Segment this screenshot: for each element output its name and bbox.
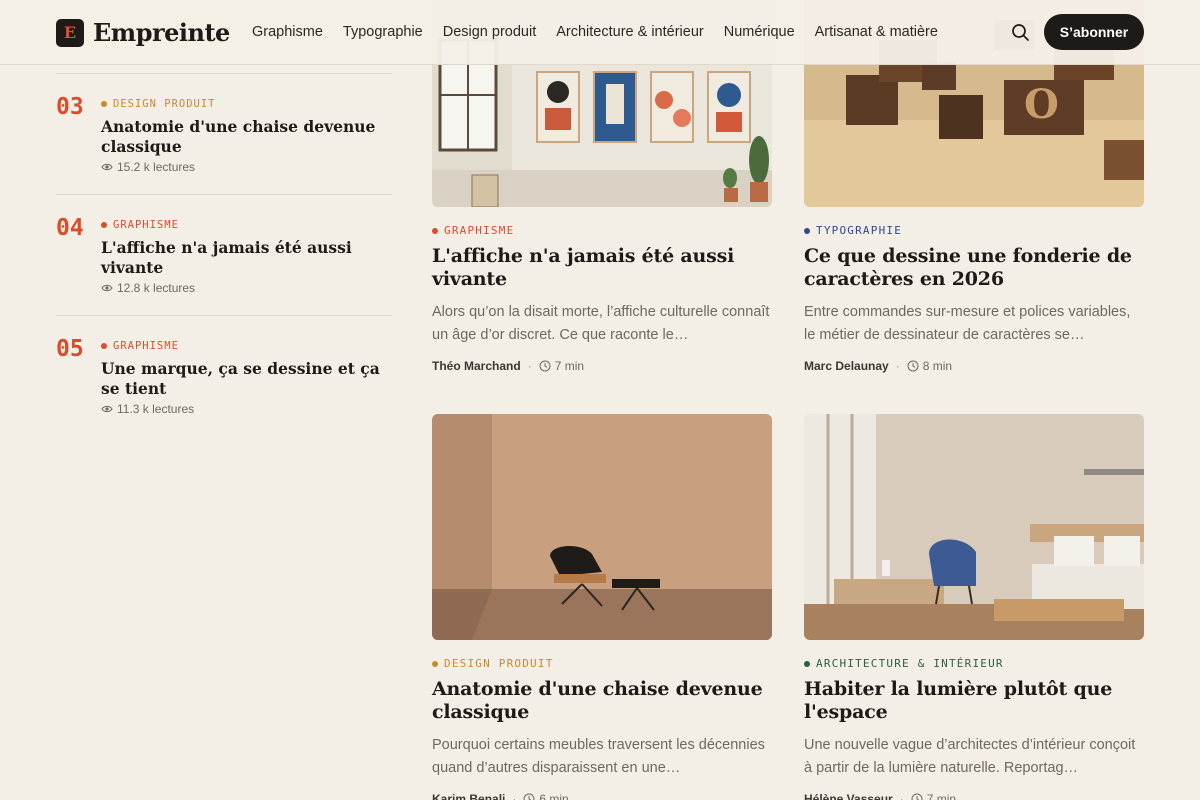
search-button[interactable]: [1008, 20, 1032, 44]
article-title[interactable]: Ce que dessine une fonderie de caractère…: [804, 245, 1144, 291]
read-time: 7 min: [554, 359, 585, 373]
author-name[interactable]: Karim Benali: [432, 792, 505, 800]
list-item[interactable]: 05 Graphisme Une marque, ça se dessine e…: [56, 315, 392, 416]
category-dot: [101, 343, 107, 349]
category-tag: Design produit: [101, 98, 391, 110]
article-meta: Hélène Vasseur · 7 min: [804, 792, 1144, 800]
read-count: 11.3 k lectures: [101, 402, 391, 416]
brand-name: Empreinte: [93, 18, 230, 47]
read-time: 8 min: [922, 359, 953, 373]
read-count-label: 11.3 k lectures: [117, 402, 195, 416]
category-dot: [804, 227, 810, 234]
category-dot: [804, 660, 810, 667]
category-dot: [101, 101, 107, 107]
nav-item-artisanat[interactable]: Artisanat & matière: [805, 24, 948, 40]
category-tag: Graphisme: [101, 340, 391, 352]
category-label: Typographie: [816, 224, 903, 237]
read-count-label: 12.8 k lectures: [117, 281, 196, 295]
site-header: E Empreinte Graphisme Typographie Design…: [0, 0, 1200, 65]
article-title[interactable]: Habiter la lumière plutôt que l'espace: [804, 678, 1144, 724]
list-item[interactable]: 04 Graphisme L'affiche n'a jamais été au…: [56, 194, 392, 315]
article-meta: Marc Delaunay · 8 min: [804, 359, 1144, 373]
most-read-list: 03 Design produit Anatomie d'une chaise …: [56, 73, 392, 416]
article-excerpt: Une nouvelle vague d’architectes d’intér…: [804, 737, 1136, 776]
author-name[interactable]: Marc Delaunay: [804, 359, 889, 373]
lounge-chair-image: [432, 414, 772, 640]
eye-icon: [101, 284, 113, 292]
nav-item-graphisme[interactable]: Graphisme: [242, 24, 333, 40]
author-name[interactable]: Hélène Vasseur: [804, 792, 893, 800]
eye-icon: [101, 163, 113, 171]
category-dot: [432, 227, 438, 234]
article-card[interactable]: Design produit Anatomie d'une chaise dev…: [432, 414, 772, 800]
clock-icon: [911, 793, 923, 800]
list-item[interactable]: 03 Design produit Anatomie d'une chaise …: [56, 73, 392, 194]
read-count-label: 15.2 k lectures: [117, 160, 196, 174]
article-card[interactable]: Architecture & intérieur Habiter la lumi…: [804, 414, 1144, 800]
author-name[interactable]: Théo Marchand: [432, 359, 521, 373]
category-tag[interactable]: Architecture & intérieur: [804, 657, 1144, 670]
rank-number: 03: [56, 94, 84, 120]
read-count: 15.2 k lectures: [101, 160, 391, 174]
article-excerpt: Entre commandes sur-mesure et polices va…: [804, 304, 1131, 343]
read-time: 6 min: [539, 792, 569, 800]
meta-separator: ·: [527, 359, 532, 373]
category-tag[interactable]: Typographie: [804, 224, 1144, 237]
article-title[interactable]: Anatomie d'une chaise devenue classique: [101, 117, 391, 157]
clock-icon: [523, 793, 535, 800]
article-excerpt: Pourquoi certains meubles traversent les…: [432, 737, 765, 776]
meta-separator: ·: [512, 792, 517, 800]
main-nav: Graphisme Typographie Design produit Arc…: [242, 0, 948, 64]
category-tag[interactable]: Design produit: [432, 657, 772, 670]
category-tag[interactable]: Graphisme: [432, 224, 772, 237]
article-title[interactable]: L'affiche n'a jamais été aussi vivante: [101, 238, 391, 278]
article-title[interactable]: L'affiche n'a jamais été aussi vivante: [432, 245, 772, 291]
logo-mark: E: [56, 18, 84, 47]
interior-room-image: [804, 414, 1144, 640]
category-label: Graphisme: [113, 219, 179, 231]
rank-number: 05: [56, 336, 84, 362]
article-image[interactable]: [804, 414, 1144, 640]
category-dot: [432, 660, 438, 667]
category-label: Design produit: [113, 98, 216, 110]
article-meta: Théo Marchand · 7 min: [432, 359, 772, 373]
category-tag: Graphisme: [101, 219, 391, 231]
category-label: Graphisme: [113, 340, 179, 352]
category-dot: [101, 222, 107, 228]
meta-separator: ·: [895, 359, 900, 373]
article-excerpt: Alors qu’on la disait morte, l’affiche c…: [432, 304, 770, 343]
clock-icon: [539, 360, 551, 372]
read-time: 7 min: [926, 792, 957, 800]
meta-separator: ·: [899, 792, 904, 800]
read-count: 12.8 k lectures: [101, 281, 391, 295]
nav-item-design-produit[interactable]: Design produit: [433, 24, 547, 40]
article-title[interactable]: Une marque, ça se dessine et ça se tient: [101, 359, 391, 399]
site-logo[interactable]: E Empreinte: [56, 18, 230, 47]
eye-icon: [101, 405, 113, 413]
nav-item-numerique[interactable]: Numérique: [714, 24, 805, 40]
nav-item-architecture[interactable]: Architecture & intérieur: [546, 24, 713, 40]
nav-item-typographie[interactable]: Typographie: [333, 24, 433, 40]
article-meta: Karim Benali · 6 min: [432, 792, 772, 800]
search-icon: [1012, 24, 1029, 41]
category-label: Design produit: [444, 657, 554, 670]
subscribe-button[interactable]: S’abonner: [1044, 14, 1144, 50]
category-label: Graphisme: [444, 224, 515, 237]
article-title[interactable]: Anatomie d'une chaise devenue classique: [432, 678, 772, 724]
category-label: Architecture & intérieur: [816, 657, 1004, 670]
article-image[interactable]: [432, 414, 772, 640]
rank-number: 04: [56, 215, 84, 241]
clock-icon: [907, 360, 919, 372]
svg-text:O: O: [1024, 81, 1059, 128]
